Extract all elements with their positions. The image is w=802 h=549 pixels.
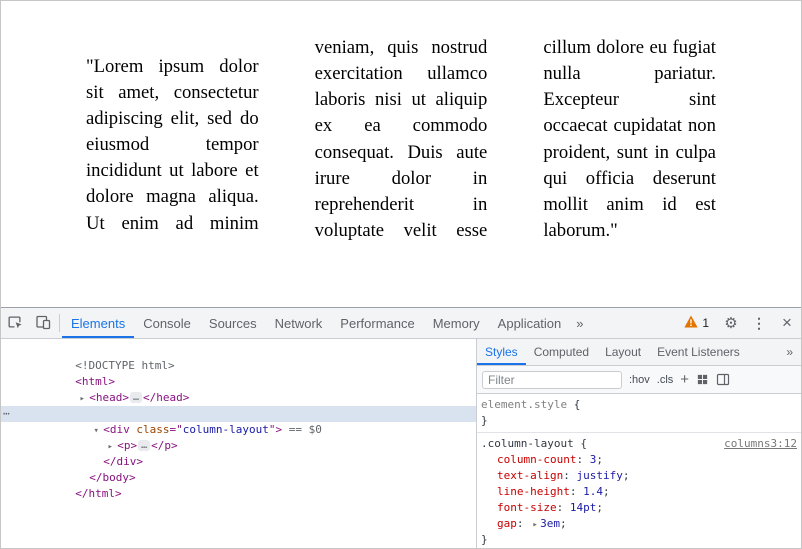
element-style-close-row: } <box>481 413 799 429</box>
tab-console[interactable]: Console <box>134 308 200 338</box>
column-layout-rule-section: columns3:12 .column-layout { column-coun… <box>477 433 801 548</box>
toggle-element-state-button[interactable]: :hov <box>629 374 650 386</box>
styles-rules-list: element.style { } columns3:12 .column-la… <box>477 394 801 548</box>
tab-performance[interactable]: Performance <box>331 308 423 338</box>
new-style-rule-button[interactable]: + <box>680 372 689 387</box>
page-body: "Lorem ipsum dolor sit amet, consectetur… <box>1 1 801 248</box>
toolbar-separator <box>59 314 60 332</box>
devtools-menu-button[interactable]: ⋮ <box>745 308 773 338</box>
styles-filter-toolbar: :hov .cls + <box>477 366 801 394</box>
toolbar-spacer <box>590 308 677 338</box>
tree-node-head[interactable]: ▸<head>…</head> <box>1 374 476 390</box>
open-brace: { <box>567 398 580 411</box>
property-row-line-height[interactable]: line-height: 1.4; <box>481 484 799 500</box>
rule-close-row: } <box>481 532 799 548</box>
devtools-body: <!DOCTYPE html> <html> ▸<head>…</head> ▾… <box>1 339 801 548</box>
tab-memory[interactable]: Memory <box>424 308 489 338</box>
close-brace: } <box>481 533 488 546</box>
rule-selector: .column-layout <box>481 437 574 450</box>
device-toolbar-icon <box>35 314 51 333</box>
tab-network[interactable]: Network <box>266 308 332 338</box>
settings-gear-button[interactable]: ⚙ <box>717 308 745 338</box>
property-row-text-align[interactable]: text-align: justify; <box>481 468 799 484</box>
gear-icon: ⚙ <box>724 314 737 332</box>
property-row-font-size[interactable]: font-size: 14pt; <box>481 500 799 516</box>
property-row-column-count[interactable]: column-count: 3; <box>481 452 799 468</box>
close-devtools-button[interactable]: × <box>773 308 801 338</box>
rendering-grid-icon-button[interactable] <box>696 373 709 386</box>
styles-filter-input[interactable] <box>482 371 622 389</box>
devtools-panel: Elements Console Sources Network Perform… <box>1 307 801 548</box>
inspect-cursor-icon <box>7 314 23 333</box>
elements-tree-pane: <!DOCTYPE html> <html> ▸<head>…</head> ▾… <box>1 339 476 548</box>
more-panels-button[interactable]: » <box>570 308 589 338</box>
lorem-paragraph: "Lorem ipsum dolor sit amet, consectetur… <box>86 35 716 248</box>
property-row-gap[interactable]: gap: ▸3em; <box>481 516 799 532</box>
element-style-label: element.style <box>481 398 567 411</box>
device-toolbar-button[interactable] <box>29 308 57 338</box>
expand-shorthand-arrow-icon[interactable]: ▸ <box>530 517 540 533</box>
styles-tabbar: Styles Computed Layout Event Listeners » <box>477 339 801 366</box>
tree-node-div-close[interactable]: </div> <box>1 438 476 454</box>
tree-node-div-selected[interactable]: ⋯▾<div class="column-layout"> == $0 <box>1 406 476 422</box>
inspect-element-button[interactable] <box>1 308 29 338</box>
element-classes-button[interactable]: .cls <box>657 374 674 386</box>
element-style-selector-row[interactable]: element.style { <box>481 397 799 413</box>
stylesheet-source-link[interactable]: columns3:12 <box>724 437 797 450</box>
close-brace: } <box>481 414 488 427</box>
open-brace: { <box>574 437 587 450</box>
tab-computed[interactable]: Computed <box>526 339 597 365</box>
more-sidebar-tabs-button[interactable]: » <box>778 339 801 365</box>
tree-node-body-open[interactable]: ▾<body> <box>1 390 476 406</box>
element-style-section: element.style { } <box>477 394 801 433</box>
tab-event-listeners[interactable]: Event Listeners <box>649 339 748 365</box>
tree-node-p[interactable]: ▸<p>…</p> <box>1 422 476 438</box>
tree-node-body-close[interactable]: </body> <box>1 454 476 470</box>
web-page-viewport: "Lorem ipsum dolor sit amet, consectetur… <box>1 1 801 307</box>
vertical-dots-icon: ⋮ <box>752 315 766 332</box>
chevron-double-icon: » <box>576 316 583 331</box>
computed-sidebar-toggle-button[interactable] <box>716 373 730 386</box>
chevron-double-icon: » <box>786 345 793 359</box>
devtools-toolbar: Elements Console Sources Network Perform… <box>1 308 801 339</box>
tree-node-html-close[interactable]: </html> <box>1 470 476 486</box>
tree-node-html-open[interactable]: <html> <box>1 358 476 374</box>
column-layout-div: "Lorem ipsum dolor sit amet, consectetur… <box>86 35 716 248</box>
tab-layout[interactable]: Layout <box>597 339 649 365</box>
node-actions-dots-icon[interactable]: ⋯ <box>3 406 9 422</box>
styles-sidebar-pane: Styles Computed Layout Event Listeners »… <box>476 339 801 548</box>
sidebar-panel-icon <box>716 373 730 386</box>
tree-node-doctype[interactable]: <!DOCTYPE html> <box>1 342 476 358</box>
tab-sources[interactable]: Sources <box>200 308 266 338</box>
tab-styles[interactable]: Styles <box>477 339 526 365</box>
tab-application[interactable]: Application <box>489 308 571 338</box>
warning-count: 1 <box>702 316 709 330</box>
grid-icon <box>696 373 709 386</box>
warning-triangle-icon <box>684 315 698 331</box>
tab-elements[interactable]: Elements <box>62 308 134 338</box>
close-icon: × <box>782 313 792 333</box>
html-close-tag: </html> <box>75 487 121 500</box>
issues-warning-badge[interactable]: 1 <box>676 308 717 338</box>
browser-window: "Lorem ipsum dolor sit amet, consectetur… <box>0 0 802 549</box>
